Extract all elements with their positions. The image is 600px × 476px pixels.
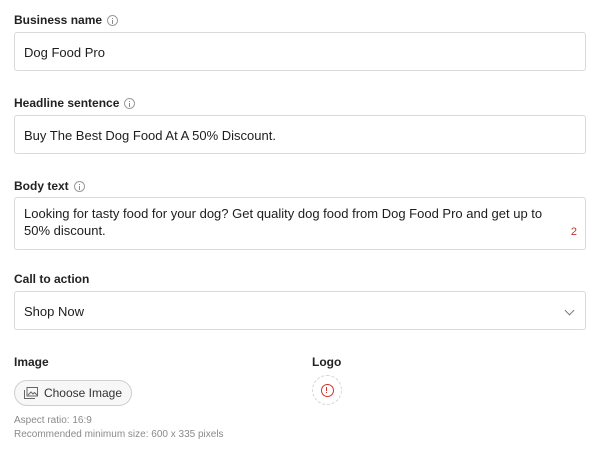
body-text-counter: 2 — [570, 226, 577, 238]
call-to-action-label: Call to action — [14, 272, 89, 286]
business-name-value: Dog Food Pro — [24, 45, 105, 60]
image-label-text: Image — [14, 355, 49, 369]
business-name-label-text: Business name — [14, 13, 103, 27]
info-icon[interactable] — [107, 14, 119, 26]
headline-label-text: Headline sentence — [14, 96, 120, 110]
business-name-input[interactable]: Dog Food Pro — [14, 32, 586, 71]
body-text-value: Looking for tasty food for your dog? Get… — [24, 206, 543, 238]
alert-icon — [320, 383, 334, 397]
headline-label: Headline sentence — [14, 96, 136, 110]
headline-value: Buy The Best Dog Food At A 50% Discount. — [24, 128, 276, 143]
choose-image-button[interactable]: Choose Image — [14, 380, 132, 406]
body-text-input[interactable]: Looking for tasty food for your dog? Get… — [14, 197, 586, 250]
chevron-down-icon — [564, 305, 575, 316]
image-label: Image — [14, 355, 49, 369]
image-icon — [23, 387, 38, 399]
info-icon[interactable] — [73, 180, 85, 192]
business-name-label: Business name — [14, 13, 119, 27]
headline-input[interactable]: Buy The Best Dog Food At A 50% Discount. — [14, 115, 586, 154]
logo-upload[interactable] — [312, 375, 342, 405]
call-to-action-value: Shop Now — [24, 304, 84, 319]
min-size-hint: Recommended minimum size: 600 x 335 pixe… — [14, 429, 224, 440]
info-icon[interactable] — [124, 97, 136, 109]
logo-label: Logo — [312, 355, 341, 369]
logo-label-text: Logo — [312, 355, 342, 369]
ad-form: Business name Dog Food Pro Headline sent… — [0, 0, 600, 476]
choose-image-label: Choose Image — [43, 386, 123, 400]
body-text-label: Body text — [14, 179, 85, 193]
call-to-action-select[interactable]: Shop Now — [14, 291, 586, 330]
call-to-action-label-text: Call to action — [14, 272, 90, 286]
aspect-ratio-hint: Aspect ratio: 16:9 — [14, 415, 92, 426]
body-text-label-text: Body text — [14, 179, 69, 193]
